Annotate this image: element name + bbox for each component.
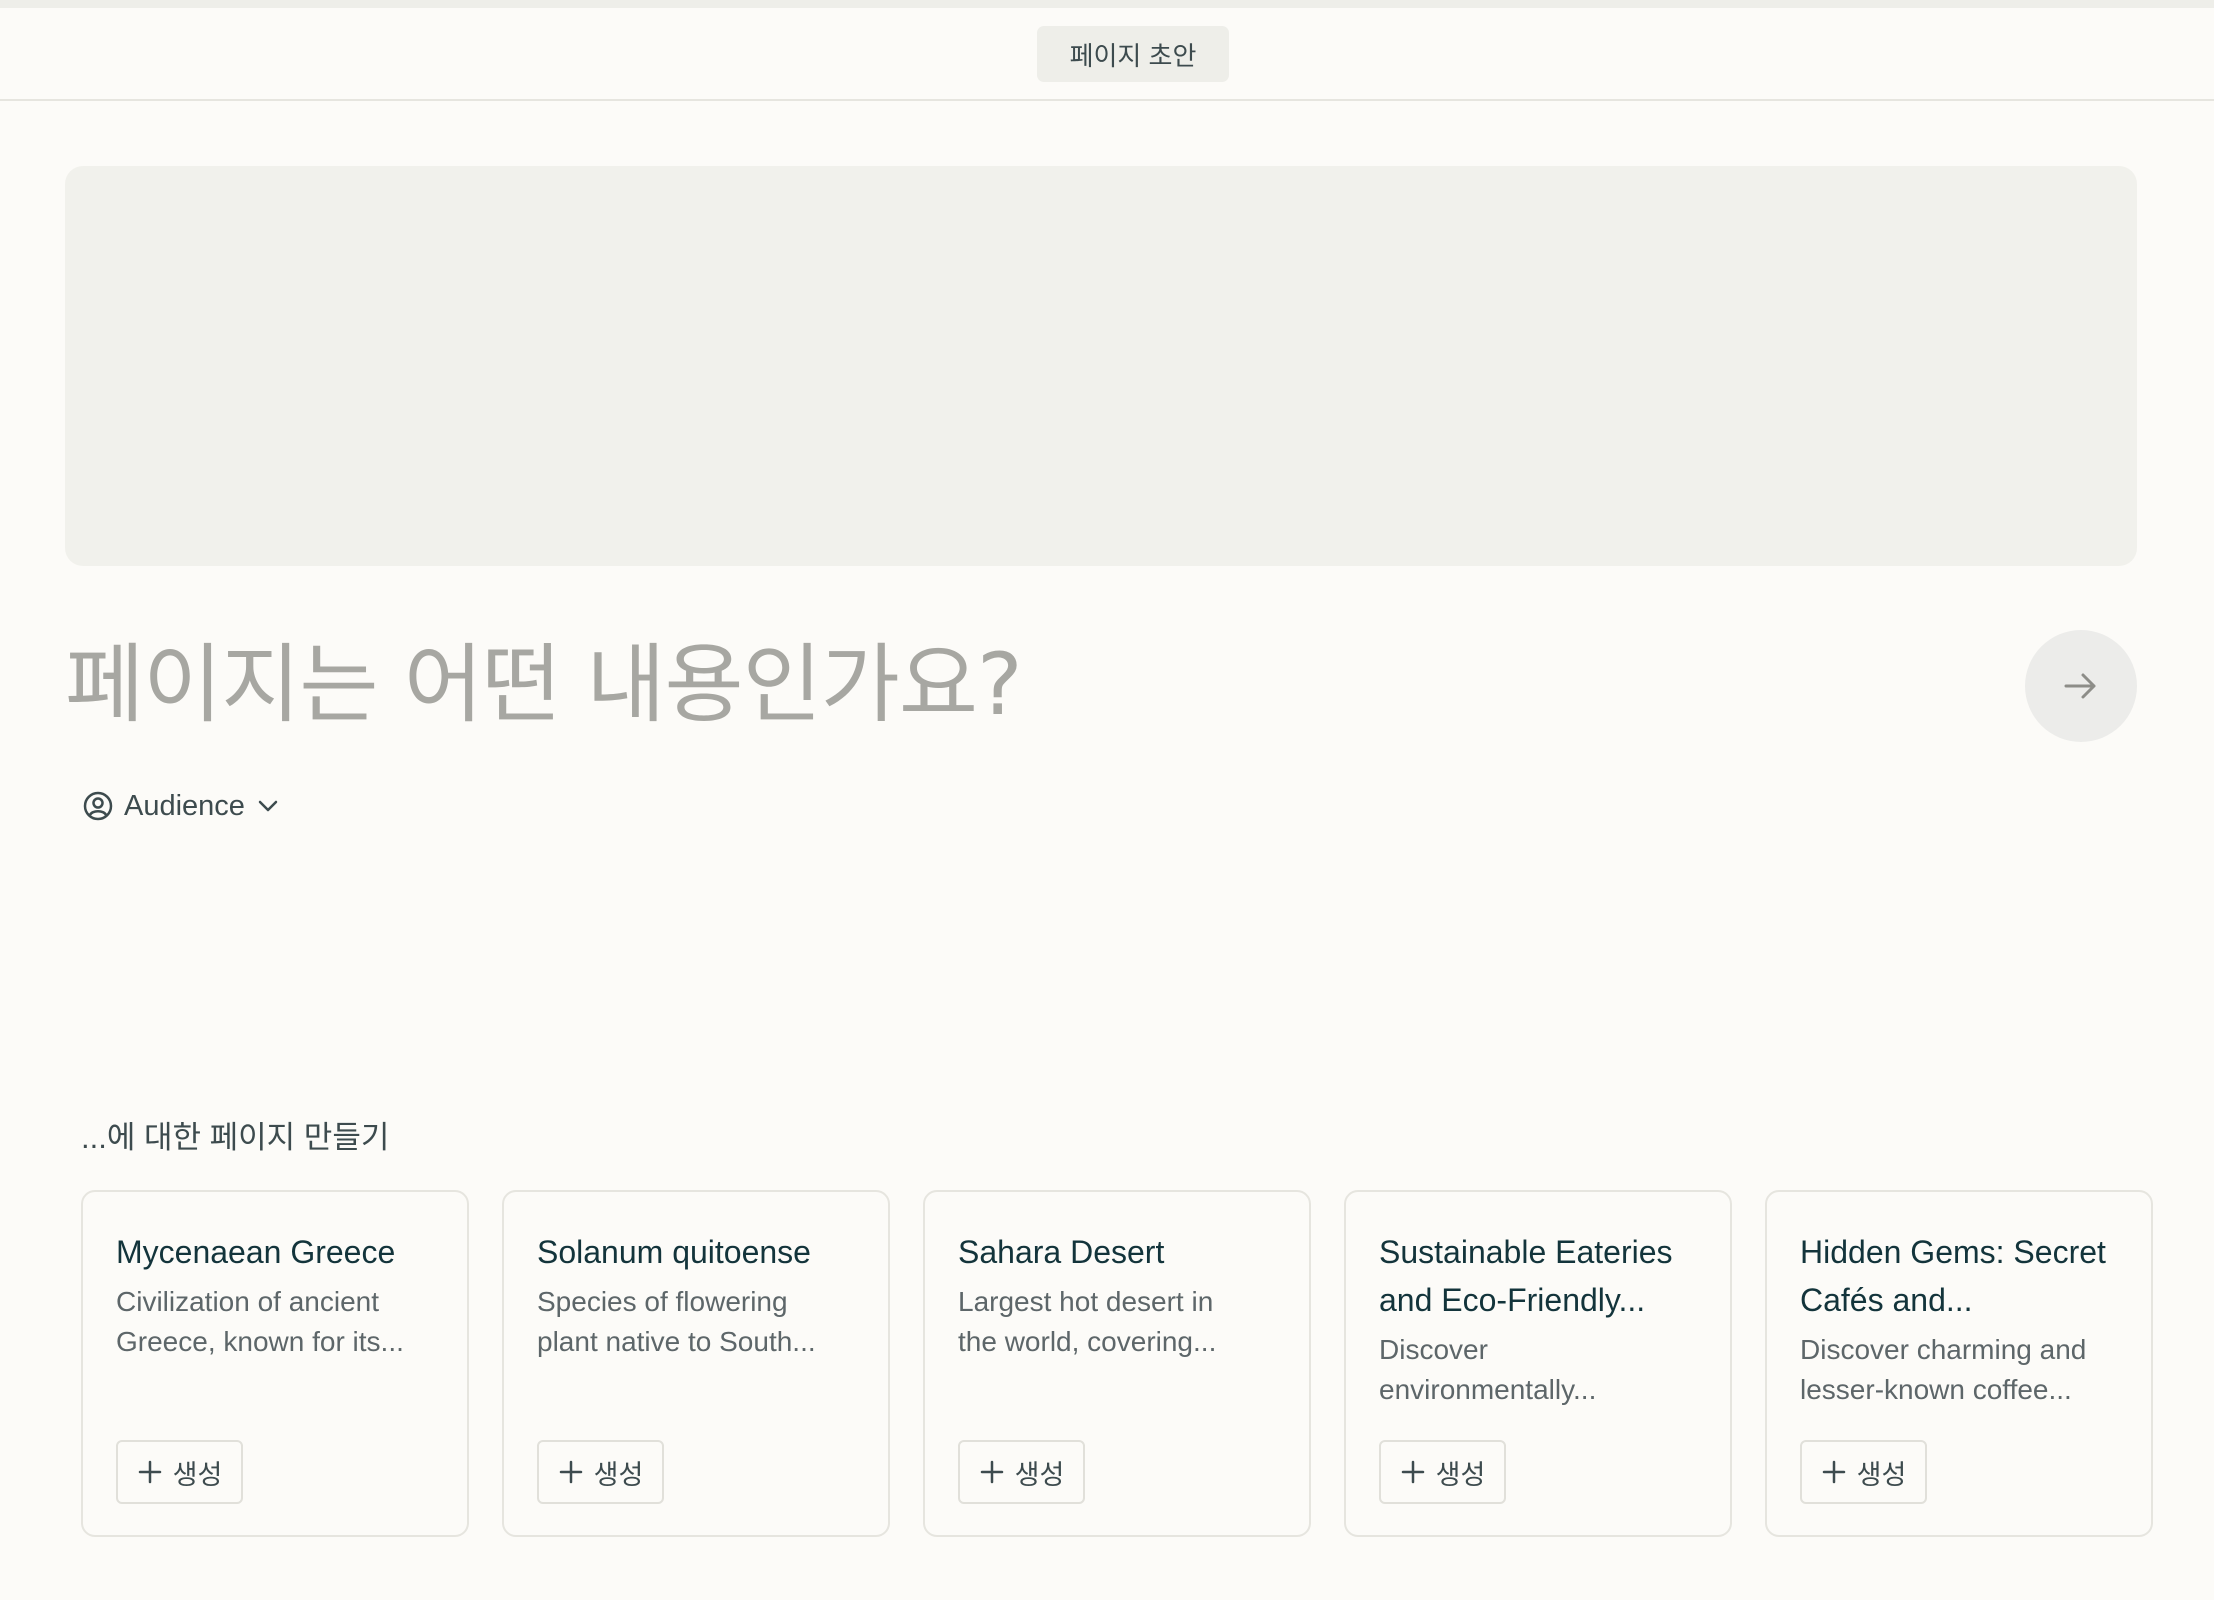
generate-label: 생성 [172, 1459, 223, 1490]
card-title: Sahara Desert [958, 1234, 1165, 1270]
generate-button[interactable]: 생성 [116, 1440, 243, 1504]
card-description: Civilization of ancient [116, 1286, 380, 1317]
plus-icon [1822, 1460, 1845, 1484]
card-title: Solanum quitoense [537, 1234, 811, 1270]
card-description: Species of flowering [537, 1286, 788, 1317]
card-title: Hidden Gems: Secret Cafés and... [1800, 1234, 2106, 1318]
card-description: environmentally... [1379, 1374, 1597, 1405]
suggestion-card[interactable]: Mycenaean Greece Civilization of ancient… [81, 1190, 469, 1537]
generate-button[interactable]: 생성 [1800, 1440, 1927, 1504]
plus-icon [559, 1460, 582, 1484]
generate-button[interactable]: 생성 [958, 1440, 1085, 1504]
suggestion-card[interactable]: Solanum quitoense Species of flowering p… [502, 1190, 890, 1537]
generate-button[interactable]: 생성 [537, 1440, 664, 1504]
card-description: Discover [1379, 1334, 1488, 1365]
cover-image-placeholder[interactable] [65, 166, 2137, 566]
suggestion-card[interactable]: Sahara Desert Largest hot desert in the … [923, 1190, 1311, 1537]
arrow-right-icon [2064, 673, 2096, 699]
generate-button[interactable]: 생성 [1379, 1440, 1506, 1504]
card-description: Greece, known for its... [116, 1326, 404, 1357]
user-circle-icon [83, 791, 113, 821]
audience-dropdown[interactable]: Audience [82, 786, 281, 826]
card-description: lesser-known coffee... [1800, 1374, 2072, 1405]
audience-label: Audience [124, 789, 245, 822]
page-draft-button[interactable]: 페이지 초안 [1037, 26, 1229, 82]
generate-label: 생성 [1856, 1459, 1907, 1490]
suggestions-heading: ...에 대한 페이지 만들기 [81, 1120, 390, 1155]
card-description: the world, covering... [958, 1326, 1217, 1357]
card-description: Discover charming and [1800, 1334, 2087, 1365]
card-title: Sustainable Eateries and Eco-Friendly... [1379, 1234, 1673, 1318]
suggestion-card[interactable]: Sustainable Eateries and Eco-Friendly...… [1344, 1190, 1732, 1537]
generate-label: 생성 [1014, 1459, 1065, 1490]
plus-icon [138, 1460, 161, 1484]
card-description: plant native to South... [537, 1326, 816, 1357]
card-description: Largest hot desert in [958, 1286, 1214, 1317]
plus-icon [980, 1460, 1003, 1484]
generate-label: 생성 [1435, 1459, 1486, 1490]
suggestion-cards: Mycenaean Greece Civilization of ancient… [81, 1190, 2153, 1537]
chevron-down-icon [258, 800, 278, 812]
top-strip [0, 0, 2214, 8]
generate-label: 생성 [593, 1459, 644, 1490]
page-topic-input[interactable] [65, 620, 1965, 750]
submit-button[interactable] [2025, 630, 2137, 742]
top-bar: 페이지 초안 [0, 8, 2214, 101]
suggestion-card[interactable]: Hidden Gems: Secret Cafés and... Discove… [1765, 1190, 2153, 1537]
card-title: Mycenaean Greece [116, 1234, 396, 1270]
plus-icon [1401, 1460, 1424, 1484]
